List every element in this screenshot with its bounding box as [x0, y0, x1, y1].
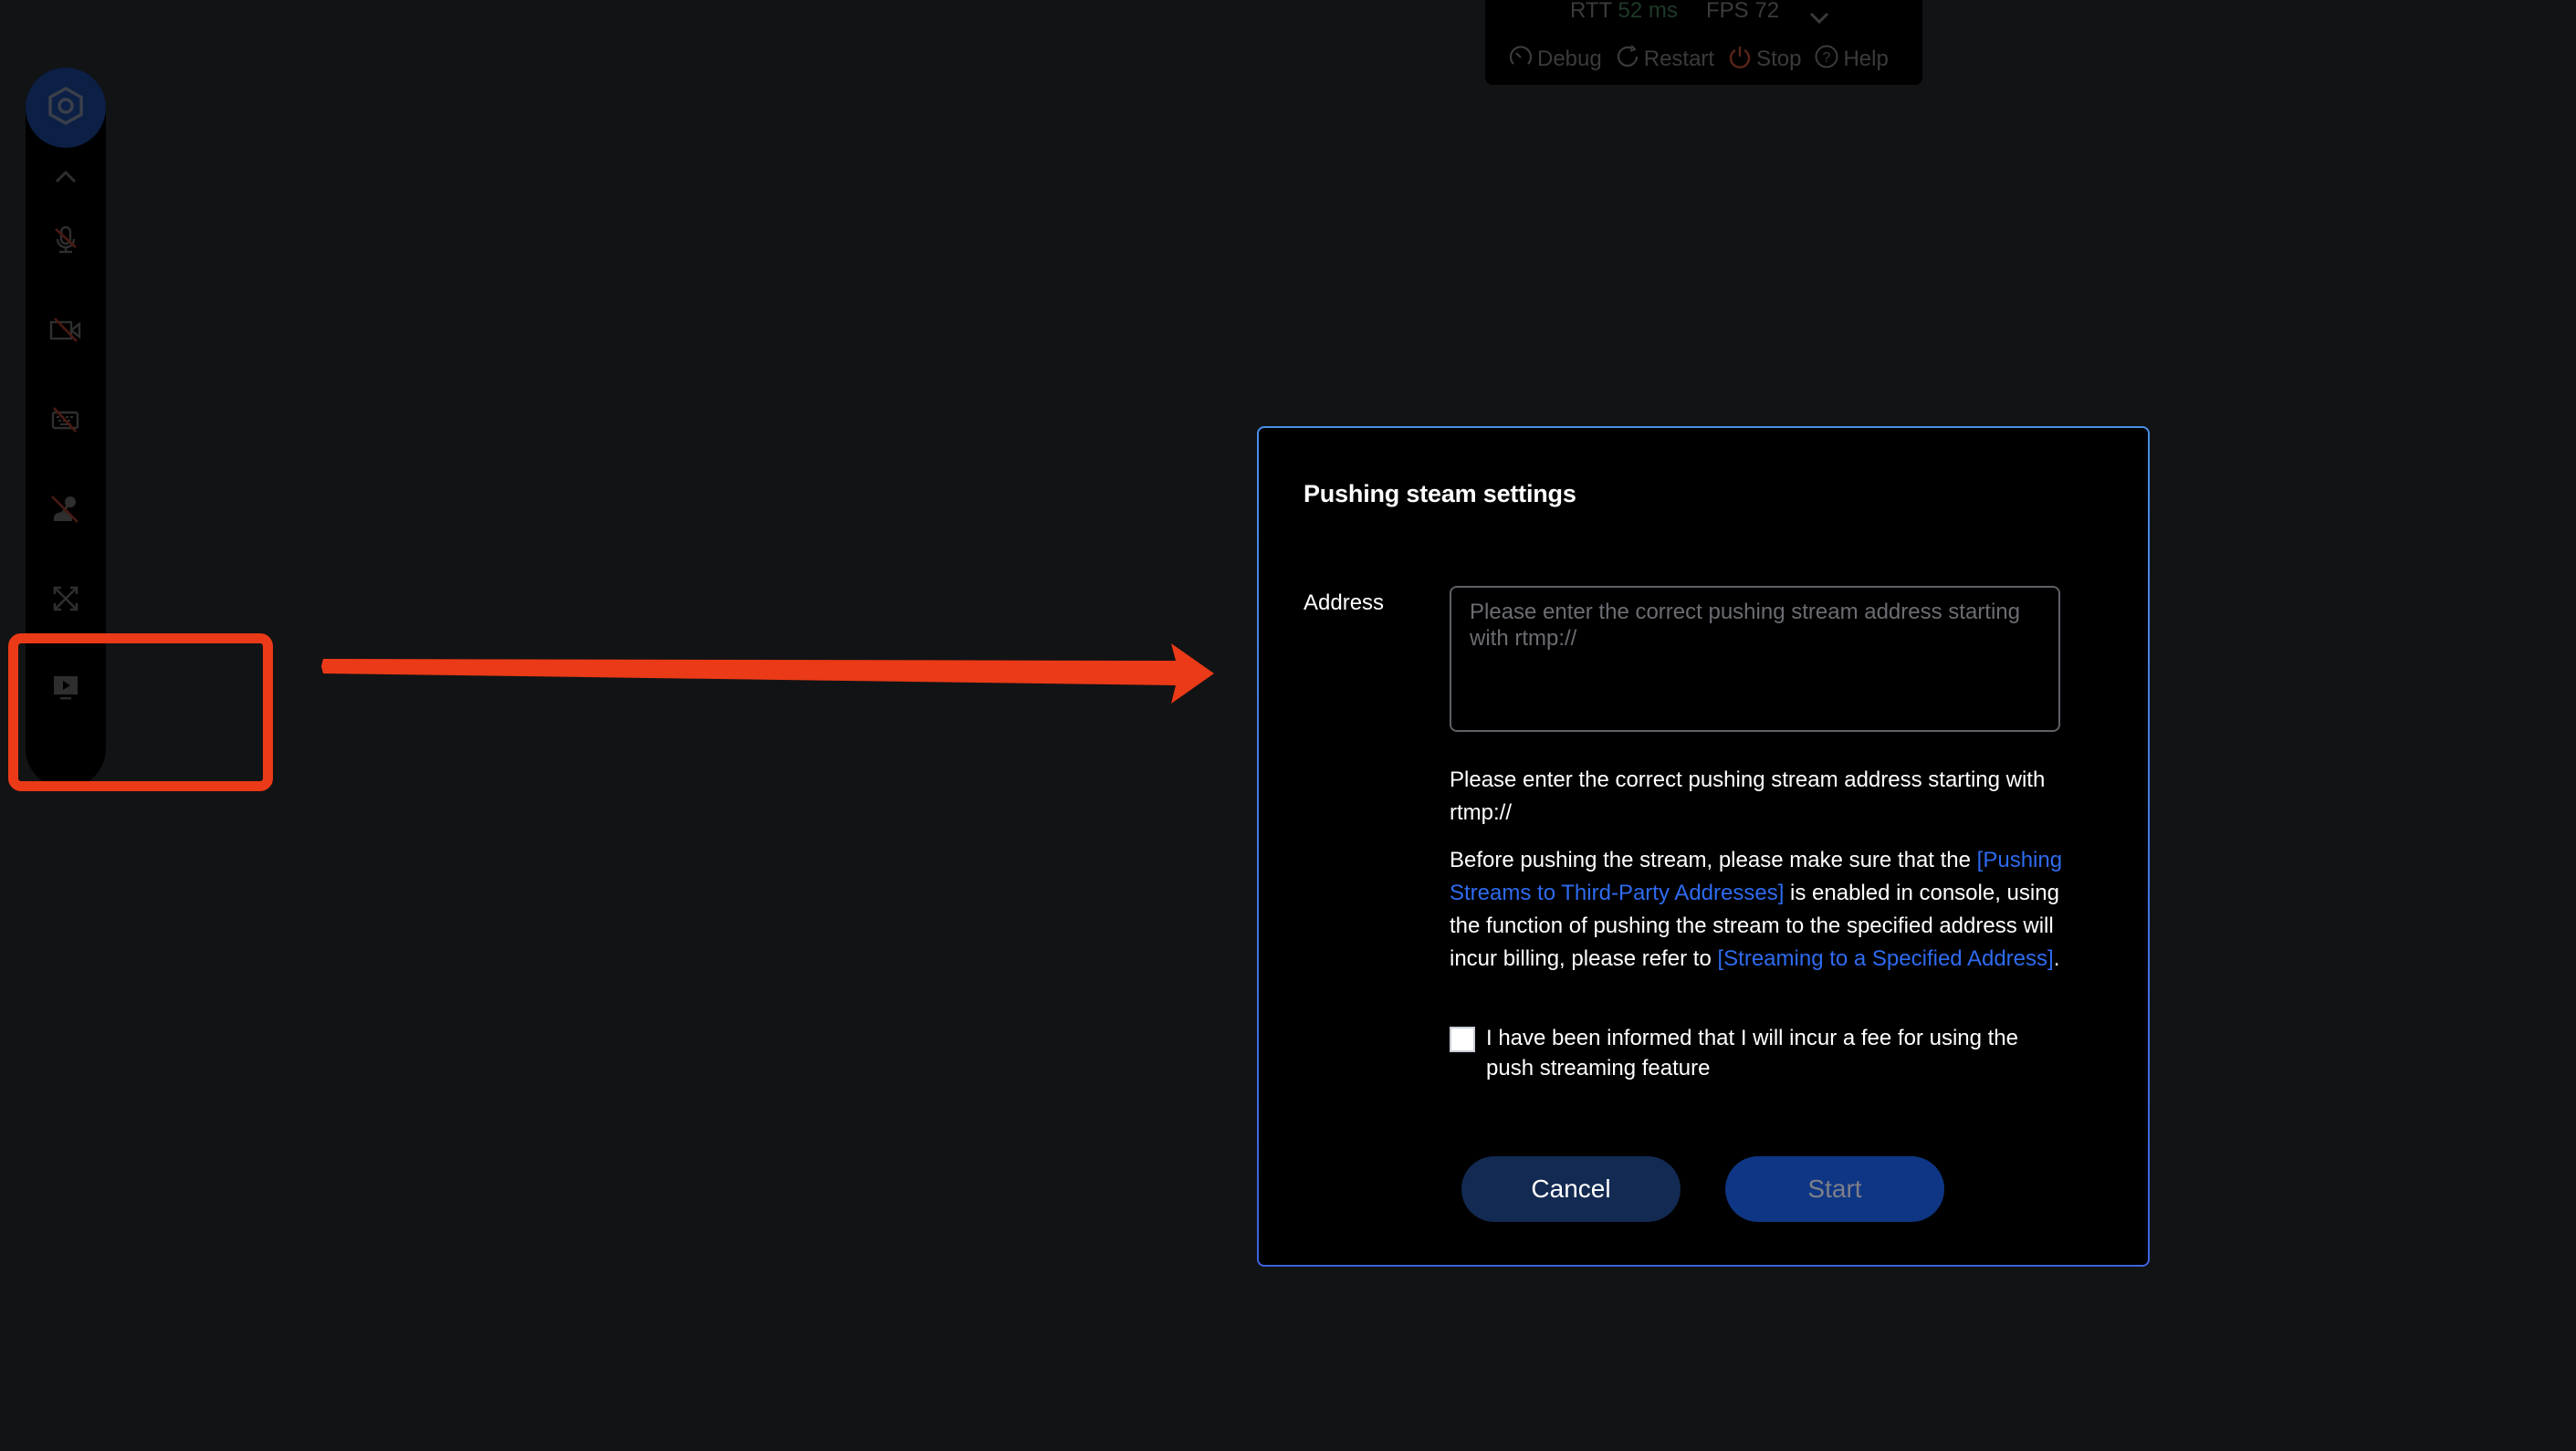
address-help-text: Please enter the correct pushing stream …	[1450, 767, 2046, 825]
address-label: Address	[1304, 590, 1385, 615]
start-button[interactable]: Start	[1725, 1156, 1944, 1222]
notice-text-1: Before pushing the stream, please make s…	[1450, 848, 1977, 872]
cancel-button[interactable]: Cancel	[1461, 1156, 1681, 1222]
push-stream-dialog: Pushing steam settings Address Please en…	[1257, 426, 2150, 1267]
notice-text-3: .	[2053, 946, 2060, 971]
arrow-shape	[321, 643, 1214, 704]
streaming-billing-link[interactable]: [Streaming to a Specified Address]	[1717, 946, 2053, 971]
billing-notice: Before pushing the stream, please make s…	[1450, 844, 2070, 976]
dialog-title: Pushing steam settings	[1304, 480, 1576, 507]
fee-consent-checkbox[interactable]	[1450, 1027, 1475, 1052]
dialog-body: Pushing steam settings Address Please en…	[1259, 428, 2148, 1265]
fee-consent-label[interactable]: I have been informed that I will incur a…	[1486, 1023, 2034, 1083]
fee-consent: I have been informed that I will incur a…	[1450, 1023, 2070, 1083]
address-input[interactable]	[1450, 586, 2060, 732]
